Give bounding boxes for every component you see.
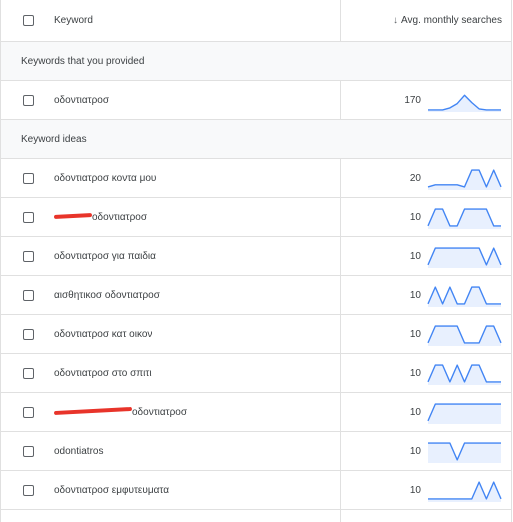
trend-sparkline	[428, 94, 501, 112]
table-row[interactable]: οδοντιατροσ 10	[1, 393, 511, 432]
volume-cell: 10	[341, 276, 511, 314]
volume-cell: 10	[341, 471, 511, 509]
keyword-text: οδοντιατροσ	[54, 95, 109, 106]
volume-value: 20	[409, 172, 421, 184]
volume-cell: 10	[341, 393, 511, 431]
keyword-label: οδοντιατροσ κατ οικον	[54, 328, 153, 340]
keyword-label: οδοντιατροσ	[92, 211, 148, 223]
select-all-checkbox[interactable]	[23, 15, 34, 26]
keyword-text: οδοντιατροσ στο σπιτι	[54, 368, 152, 379]
trend-sparkline	[427, 364, 501, 385]
keyword-text: οδοντιατροσ	[53, 211, 148, 223]
volume-cell: 10	[341, 432, 511, 470]
volume-cell: 10	[341, 354, 511, 392]
table-row[interactable]: αισθητικοσ οδοντιατροσ 10	[1, 276, 511, 315]
volume-value: 10	[409, 328, 421, 340]
keyword-cell: οδοντιατροσ	[1, 81, 341, 119]
keyword-label: αισθητικοσ οδοντιατροσ	[54, 289, 160, 301]
keyword-cell: οδοντιατροσ	[1, 198, 341, 236]
keyword-cell: οδοντιατροσ εμφυτευματα	[1, 471, 341, 509]
volume-value: 10	[409, 406, 421, 418]
keyword-cell: αισθητικοσ οδοντιατροσ	[1, 276, 341, 314]
keyword-text: αισθητικοσ οδοντιατροσ	[54, 290, 160, 301]
keyword-label: οδοντιατροσ κοντα μου	[54, 172, 157, 184]
keyword-text: οδοντιατροσ εμφυτευματα	[54, 485, 169, 496]
group-header-ideas: Keyword ideas	[1, 120, 511, 159]
keyword-label: οδοντιατροσ για παιδια	[54, 250, 156, 262]
row-checkbox[interactable]	[23, 406, 34, 418]
table-row[interactable]: οδοντιατροσ κοντα μου 20	[1, 159, 511, 198]
keyword-text: οδοντιατροσ για παιδια	[54, 251, 156, 262]
table-footer-spacer	[1, 510, 511, 522]
row-checkbox[interactable]	[23, 484, 34, 496]
table-row[interactable]: οδοντιατροσ για παιδια 10	[1, 237, 511, 276]
row-checkbox[interactable]	[23, 367, 34, 379]
row-checkbox[interactable]	[23, 250, 34, 262]
trend-sparkline	[427, 247, 502, 268]
keyword-label: οδοντιατροσ στο σπιτι	[54, 367, 152, 379]
trend-sparkline	[427, 325, 502, 346]
keyword-cell: οδοντιατροσ στο σπιτι	[1, 354, 341, 392]
volume-value: 10	[409, 367, 421, 379]
keyword-column-header[interactable]: Keyword	[1, 0, 341, 41]
volume-value: 10	[409, 289, 421, 301]
table-row[interactable]: οδοντιατροσ 10	[1, 198, 511, 237]
keyword-text: οδοντιατροσ κατ οικον	[54, 329, 152, 340]
volume-cell: 20	[341, 159, 511, 197]
keyword-cell: odontiatros	[1, 432, 341, 470]
keyword-label: οδοντιατροσ	[54, 94, 110, 106]
table-header: Keyword ↓ Avg. monthly searches	[1, 0, 511, 42]
volume-value: 10	[409, 445, 421, 457]
keyword-text: οδοντιατροσ κοντα μου	[54, 173, 156, 184]
keyword-label: οδοντιατροσ εμφυτευματα	[54, 484, 169, 496]
keyword-text: odontiatros	[54, 446, 103, 457]
table-row[interactable]: οδοντιατροσ εμφυτευματα 10	[1, 471, 511, 510]
trend-sparkline	[427, 208, 501, 229]
volume-cell: 10	[341, 315, 511, 353]
keyword-table: Keyword ↓ Avg. monthly searches Keywords …	[0, 0, 512, 522]
volume-cell: 10	[341, 237, 511, 275]
group-header-provided: Keywords that you provided	[1, 42, 511, 81]
keyword-cell: οδοντιατροσ κατ οικον	[1, 315, 341, 353]
redaction-mark	[53, 212, 93, 219]
sparkline-area	[428, 443, 501, 463]
redaction-mark	[53, 406, 133, 415]
table-row[interactable]: odontiatros 10	[1, 432, 511, 471]
row-checkbox[interactable]	[23, 445, 34, 457]
trend-sparkline	[428, 442, 501, 463]
keyword-cell: οδοντιατροσ για παιδια	[1, 237, 341, 275]
arrow-down-icon: ↓	[393, 15, 399, 26]
sparkline-area	[428, 404, 501, 424]
keyword-label: οδοντιατροσ	[132, 406, 188, 418]
group-label: Keyword ideas	[21, 133, 87, 145]
row-checkbox[interactable]	[23, 172, 34, 184]
row-checkbox[interactable]	[23, 211, 34, 223]
trend-sparkline	[427, 286, 501, 307]
keyword-cell: οδοντιατροσ κοντα μου	[1, 159, 341, 197]
row-checkbox[interactable]	[23, 94, 34, 106]
keyword-header-label: Keyword	[54, 15, 93, 26]
volume-cell: 10	[341, 198, 511, 236]
trend-sparkline	[428, 481, 502, 502]
keyword-label: odontiatros	[54, 445, 104, 457]
trend-sparkline	[427, 169, 502, 190]
volume-value: 10	[409, 250, 421, 262]
keyword-text: οδοντιατροσ	[53, 406, 188, 418]
keyword-cell: οδοντιατροσ	[1, 393, 341, 431]
volume-value: 10	[409, 484, 421, 496]
table-row[interactable]: οδοντιατροσ στο σπιτι 10	[1, 354, 511, 393]
volume-column-header[interactable]: ↓ Avg. monthly searches	[341, 0, 511, 41]
table-row[interactable]: οδοντιατροσ κατ οικον 10	[1, 315, 511, 354]
row-checkbox[interactable]	[23, 289, 34, 301]
table-row[interactable]: οδοντιατροσ 170	[1, 81, 511, 120]
volume-header-label: Avg. monthly searches	[401, 15, 502, 26]
group-label: Keywords that you provided	[21, 55, 145, 67]
trend-sparkline	[427, 403, 501, 424]
volume-cell: 170	[341, 81, 511, 119]
volume-value: 10	[409, 211, 421, 223]
volume-value: 170	[404, 94, 421, 106]
row-checkbox[interactable]	[23, 328, 34, 340]
